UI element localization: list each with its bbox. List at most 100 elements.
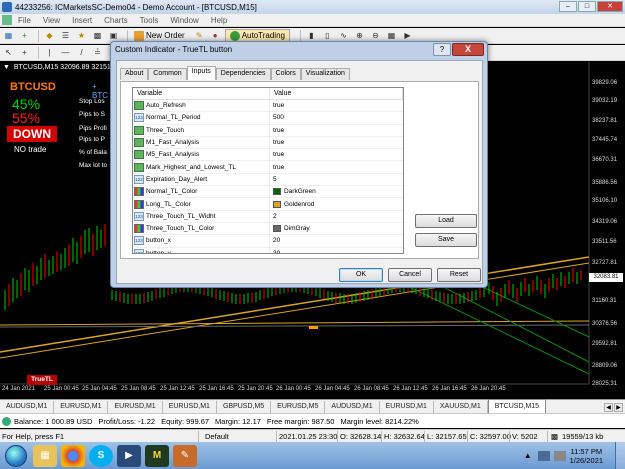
dialog-tabs: About Common Inputs Dependencies Colors Visua…: [120, 66, 350, 80]
data-window-icon[interactable]: ☰: [59, 29, 72, 42]
chart-tab[interactable]: AUDUSD,M1: [0, 401, 55, 413]
input-row[interactable]: Long_TL_Color Goldenrod: [133, 198, 403, 211]
input-row[interactable]: 123 Expiration_Day_Alert 5: [133, 173, 403, 187]
chart-tab[interactable]: AUDUSD,M1: [325, 401, 380, 413]
column-value[interactable]: Value: [270, 88, 403, 99]
new-chart-icon[interactable]: ▦: [2, 29, 15, 42]
vertical-line-icon[interactable]: |: [43, 46, 56, 59]
chrome-icon[interactable]: [61, 444, 85, 467]
chart-tab[interactable]: EURUSD,M5: [271, 401, 326, 413]
input-value-text: Goldenrod: [283, 200, 315, 208]
explorer-icon[interactable]: ▦: [33, 444, 57, 467]
input-row[interactable]: 123 Normal_TL_Period 500: [133, 112, 403, 125]
input-value[interactable]: 20: [270, 237, 403, 244]
status-datetime: 2021.01.25 23:30: [279, 432, 338, 441]
input-value[interactable]: 30: [270, 250, 403, 253]
tab-scroll-right-icon[interactable]: ▶: [614, 402, 623, 412]
input-row[interactable]: 123 button_y 30: [133, 247, 403, 253]
input-variable-name: Long_TL_Color: [146, 200, 191, 208]
close-button[interactable]: ✕: [597, 1, 623, 12]
start-button[interactable]: [5, 444, 27, 467]
input-value[interactable]: true: [270, 102, 403, 109]
network-icon[interactable]: [537, 450, 550, 461]
input-variable: Mark_Highest_and_Lowest_TL: [133, 161, 270, 173]
market-watch-icon[interactable]: ◆: [43, 29, 56, 42]
dialog-tab-dependencies[interactable]: Dependencies: [215, 68, 271, 80]
chart-tab[interactable]: EURUSD,M1: [380, 401, 434, 413]
tray-expand-icon[interactable]: ▲: [524, 451, 532, 460]
risk-label: Pips Profi: [79, 125, 107, 132]
input-value[interactable]: true: [270, 127, 403, 134]
input-value[interactable]: 5: [270, 176, 403, 183]
add-icon[interactable]: +: [18, 29, 31, 42]
input-row[interactable]: 123 Three_Touch_TL_Widht 2: [133, 210, 403, 223]
dialog-tab-colors[interactable]: Colors: [270, 68, 301, 80]
input-value[interactable]: DarkGreen: [270, 188, 403, 196]
tab-scroll-left-icon[interactable]: ◀: [604, 402, 613, 412]
menu-insert[interactable]: Insert: [72, 16, 92, 25]
input-value[interactable]: true: [270, 164, 403, 171]
color-swatch: [272, 188, 281, 196]
input-value[interactable]: true: [270, 139, 403, 146]
chart-tab[interactable]: GBPUSD,M5: [217, 401, 272, 413]
menu-charts[interactable]: Charts: [104, 16, 128, 25]
input-value[interactable]: 2: [270, 213, 403, 220]
menu-view[interactable]: View: [43, 16, 60, 25]
chart-tab[interactable]: BTCUSD,M15: [487, 399, 547, 413]
volume-icon[interactable]: [553, 450, 566, 461]
color-type-icon: [134, 199, 144, 209]
chart-tab[interactable]: EURUSD,M1: [54, 401, 109, 413]
dialog-tab-inputs[interactable]: Inputs: [186, 66, 216, 80]
menu-help[interactable]: Help: [211, 16, 227, 25]
chart-tab[interactable]: XAUUSD,M1: [434, 401, 488, 413]
screenshot-tool-icon[interactable]: ✎: [173, 444, 197, 467]
input-row[interactable]: Normal_TL_Color DarkGreen: [133, 186, 403, 199]
dialog-tab-common[interactable]: Common: [148, 68, 187, 80]
media-icon[interactable]: ▶: [117, 444, 141, 467]
input-row[interactable]: Mark_Highest_and_Lowest_TL true: [133, 161, 403, 174]
column-variable[interactable]: Variable: [133, 88, 270, 99]
crosshair-icon[interactable]: +: [18, 46, 31, 59]
input-value[interactable]: true: [270, 151, 403, 158]
reset-button[interactable]: Reset: [437, 268, 481, 282]
save-button[interactable]: Save: [415, 233, 477, 247]
chart-tab[interactable]: EURUSD,M1: [163, 401, 217, 413]
input-row[interactable]: Three_Touch_TL_Color DimGray: [133, 222, 403, 236]
cursor-icon[interactable]: ↖: [2, 46, 15, 59]
ok-button[interactable]: OK: [339, 268, 383, 282]
input-row[interactable]: Auto_Refresh true: [133, 100, 403, 113]
minimize-button[interactable]: –: [559, 1, 577, 12]
clock[interactable]: 11:57 PM 1/26/2021: [570, 447, 603, 465]
navigator-icon[interactable]: ★: [75, 29, 88, 42]
maximize-button[interactable]: □: [578, 1, 596, 12]
chart-tab[interactable]: EURUSD,M1: [108, 401, 163, 413]
channel-icon[interactable]: ≟: [91, 46, 104, 59]
input-value[interactable]: DimGray: [270, 225, 403, 233]
time-axis-label: 25 Jan 16:45: [199, 386, 234, 392]
trendline-icon[interactable]: /: [75, 46, 88, 59]
horizontal-line-icon[interactable]: —: [59, 46, 72, 59]
dialog-close-button[interactable]: X: [452, 43, 484, 56]
time-axis-label: 26 Jan 16:45: [432, 386, 467, 392]
terminal-icon[interactable]: ▩: [91, 29, 104, 42]
menu-tools[interactable]: Tools: [140, 16, 159, 25]
input-value[interactable]: Goldenrod: [270, 200, 403, 208]
dialog-help-button[interactable]: ?: [433, 43, 451, 56]
menu-file[interactable]: File: [18, 16, 31, 25]
menu-window[interactable]: Window: [170, 16, 198, 25]
status-profile[interactable]: Default: [205, 432, 229, 441]
input-row[interactable]: 123 button_x 20: [133, 235, 403, 248]
input-value[interactable]: 500: [270, 114, 403, 121]
truetl-button[interactable]: TrueTL: [27, 375, 57, 385]
input-variable: Three_Touch_TL_Color: [133, 222, 270, 235]
dialog-tab-about[interactable]: About: [120, 68, 149, 80]
input-row[interactable]: M5_Fast_Analysis true: [133, 149, 403, 162]
input-row[interactable]: Three_Touch true: [133, 124, 403, 137]
load-button[interactable]: Load: [415, 214, 477, 228]
cancel-button[interactable]: Cancel: [388, 268, 432, 282]
show-desktop-button[interactable]: [615, 442, 625, 469]
skype-icon[interactable]: S: [89, 444, 113, 467]
dialog-tab-visualization[interactable]: Visualization: [300, 68, 350, 80]
input-row[interactable]: M1_Fast_Analysis true: [133, 136, 403, 150]
metatrader-icon[interactable]: M: [145, 444, 169, 467]
